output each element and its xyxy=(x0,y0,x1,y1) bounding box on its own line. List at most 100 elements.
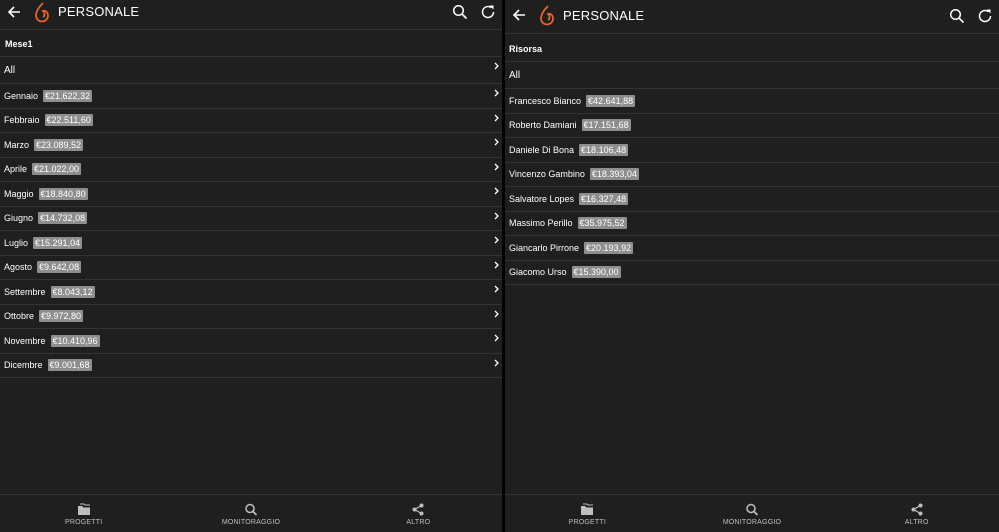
back-arrow-icon[interactable] xyxy=(6,4,22,20)
amount-badge: €18.106,48 xyxy=(579,143,629,156)
list-item[interactable]: Vincenzo Gambino €18.393,04 xyxy=(505,163,999,187)
right-panel: PERSONALE Risorsa All Francesco Bianco €4… xyxy=(505,0,999,532)
list-item-label: Luglio xyxy=(4,237,29,248)
amount-badge: €42.641,88 xyxy=(586,94,636,107)
list-item[interactable]: Massimo Perillo €35.975,52 xyxy=(505,212,999,236)
list-item-label: Giugno xyxy=(4,213,34,224)
app-bar: PERSONALE xyxy=(505,0,999,34)
list-item-label: All xyxy=(509,69,521,81)
search-icon xyxy=(245,503,258,516)
list-item-label: Salvatore Lopes xyxy=(509,193,575,204)
left-panel: PERSONALE Mese1 All Gennaio €21.622,32 Feb… xyxy=(0,0,502,532)
chevron-right-icon xyxy=(494,236,499,244)
search-icon[interactable] xyxy=(452,4,468,20)
back-arrow-icon[interactable] xyxy=(511,7,527,23)
bottom-navigation: PROGETTI MONITORAGGIO ALTRO xyxy=(0,494,502,532)
list-item[interactable]: Dicembre €9.001,68 xyxy=(0,354,502,378)
chevron-right-icon xyxy=(494,138,499,146)
list-item-label: Vincenzo Gambino xyxy=(509,169,585,180)
list-item-label: Dicembre xyxy=(4,360,43,371)
amount-badge: €21.022,00 xyxy=(32,163,82,176)
amount-badge: €18.840,80 xyxy=(38,187,88,200)
list-item-label: Aprile xyxy=(4,164,28,175)
list-item-label: Massimo Perillo xyxy=(509,218,573,229)
chevron-right-icon xyxy=(494,212,499,219)
tab-label: PROGETTI xyxy=(64,519,103,526)
list-item-label: Ottobre xyxy=(4,311,35,322)
list-item[interactable]: Roberto Damiani €17.151,68 xyxy=(505,114,999,138)
tab-label: MONITORAGGIO xyxy=(722,519,782,526)
list-item[interactable]: Agosto €9.642,08 xyxy=(0,256,502,280)
tab-label: PROGETTI xyxy=(568,519,607,526)
chevron-right-icon xyxy=(494,114,499,121)
section-header: Risorsa xyxy=(505,34,999,62)
list-item[interactable]: Febbraio €22.511,60 xyxy=(0,109,502,133)
list-item-label: Francesco Bianco xyxy=(509,95,582,106)
tab-label: MONITORAGGIO xyxy=(221,519,281,526)
amount-badge: €20.193,92 xyxy=(584,241,634,254)
list-item[interactable]: Marzo €23.089,52 xyxy=(0,133,502,158)
tab-monitoraggio[interactable]: MONITORAGGIO xyxy=(167,495,334,532)
amount-badge: €9.642,08 xyxy=(37,261,82,274)
amount-badge: €35.975,52 xyxy=(577,217,627,230)
list-item[interactable]: Ottobre €9.972,80 xyxy=(0,305,502,329)
list-item-all[interactable]: All xyxy=(505,62,999,89)
tab-altro[interactable]: ALTRO xyxy=(834,495,999,532)
tab-label: ALTRO xyxy=(904,519,929,526)
list-item[interactable]: Salvatore Lopes €16.327,48 xyxy=(505,187,999,212)
list-item[interactable]: Giugno €14.732,08 xyxy=(0,207,502,231)
amount-badge: €18.393,04 xyxy=(589,168,639,181)
list-item-label: Giancarlo Pirrone xyxy=(509,242,580,253)
share-icon xyxy=(412,503,424,516)
list-item-label: Febbraio xyxy=(4,115,40,126)
amount-badge: €14.732,08 xyxy=(38,212,88,225)
list-item-label: Roberto Damiani xyxy=(509,120,577,131)
list-item-all[interactable]: All xyxy=(0,57,502,84)
chevron-right-icon xyxy=(494,163,499,170)
list-item-label: Settembre xyxy=(4,286,46,297)
bottom-navigation: PROGETTI MONITORAGGIO ALTRO xyxy=(505,494,999,532)
amount-badge: €16.327,48 xyxy=(579,192,629,205)
list-item-label: Daniele Di Bona xyxy=(509,144,575,155)
chevron-right-icon xyxy=(494,62,499,70)
amount-badge: €9.972,80 xyxy=(39,310,84,323)
list-item[interactable]: Luglio €15.291,04 xyxy=(0,231,502,256)
refresh-icon[interactable] xyxy=(977,8,993,24)
chevron-right-icon xyxy=(494,359,499,366)
tab-progetti[interactable]: PROGETTI xyxy=(0,495,167,532)
amount-badge: €15.390,00 xyxy=(571,266,621,279)
section-header: Mese1 xyxy=(0,30,502,57)
tab-monitoraggio[interactable]: MONITORAGGIO xyxy=(670,495,835,532)
list-item-label: Agosto xyxy=(4,262,33,273)
list-item[interactable]: Giancarlo Pirrone €20.193,92 xyxy=(505,236,999,261)
amount-badge: €8.043,12 xyxy=(50,285,95,298)
amount-badge: €23.089,52 xyxy=(34,138,84,151)
refresh-icon[interactable] xyxy=(480,4,496,20)
list-item[interactable]: Giacomo Urso €15.390,00 xyxy=(505,261,999,285)
folder-icon xyxy=(77,503,90,515)
app-bar: PERSONALE xyxy=(0,0,502,30)
tab-progetti[interactable]: PROGETTI xyxy=(505,495,670,532)
share-icon xyxy=(911,503,923,516)
list-item[interactable]: Maggio €18.840,80 xyxy=(0,182,502,207)
list-item-label: All xyxy=(4,64,16,76)
list-item[interactable]: Francesco Bianco €42.641,88 xyxy=(505,89,999,114)
app-logo xyxy=(540,5,554,26)
search-icon[interactable] xyxy=(949,8,965,24)
page-title: PERSONALE xyxy=(563,8,645,23)
list-item-label: Giacomo Urso xyxy=(509,267,567,278)
chevron-right-icon xyxy=(494,285,499,293)
folder-icon xyxy=(581,503,594,515)
chevron-right-icon xyxy=(494,334,499,342)
tab-altro[interactable]: ALTRO xyxy=(335,495,502,532)
list-item-label: Marzo xyxy=(4,139,30,150)
list-item-label: Maggio xyxy=(4,188,34,199)
list-item[interactable]: Daniele Di Bona €18.106,48 xyxy=(505,138,999,163)
amount-badge: €10.410,96 xyxy=(50,334,100,347)
amount-badge: €17.151,68 xyxy=(581,119,631,132)
list-item[interactable]: Gennaio €21.622,32 xyxy=(0,84,502,109)
page-title: PERSONALE xyxy=(58,4,140,19)
list-item[interactable]: Settembre €8.043,12 xyxy=(0,280,502,305)
list-item[interactable]: Aprile €21.022,00 xyxy=(0,158,502,182)
list-item[interactable]: Novembre €10.410,96 xyxy=(0,329,502,354)
